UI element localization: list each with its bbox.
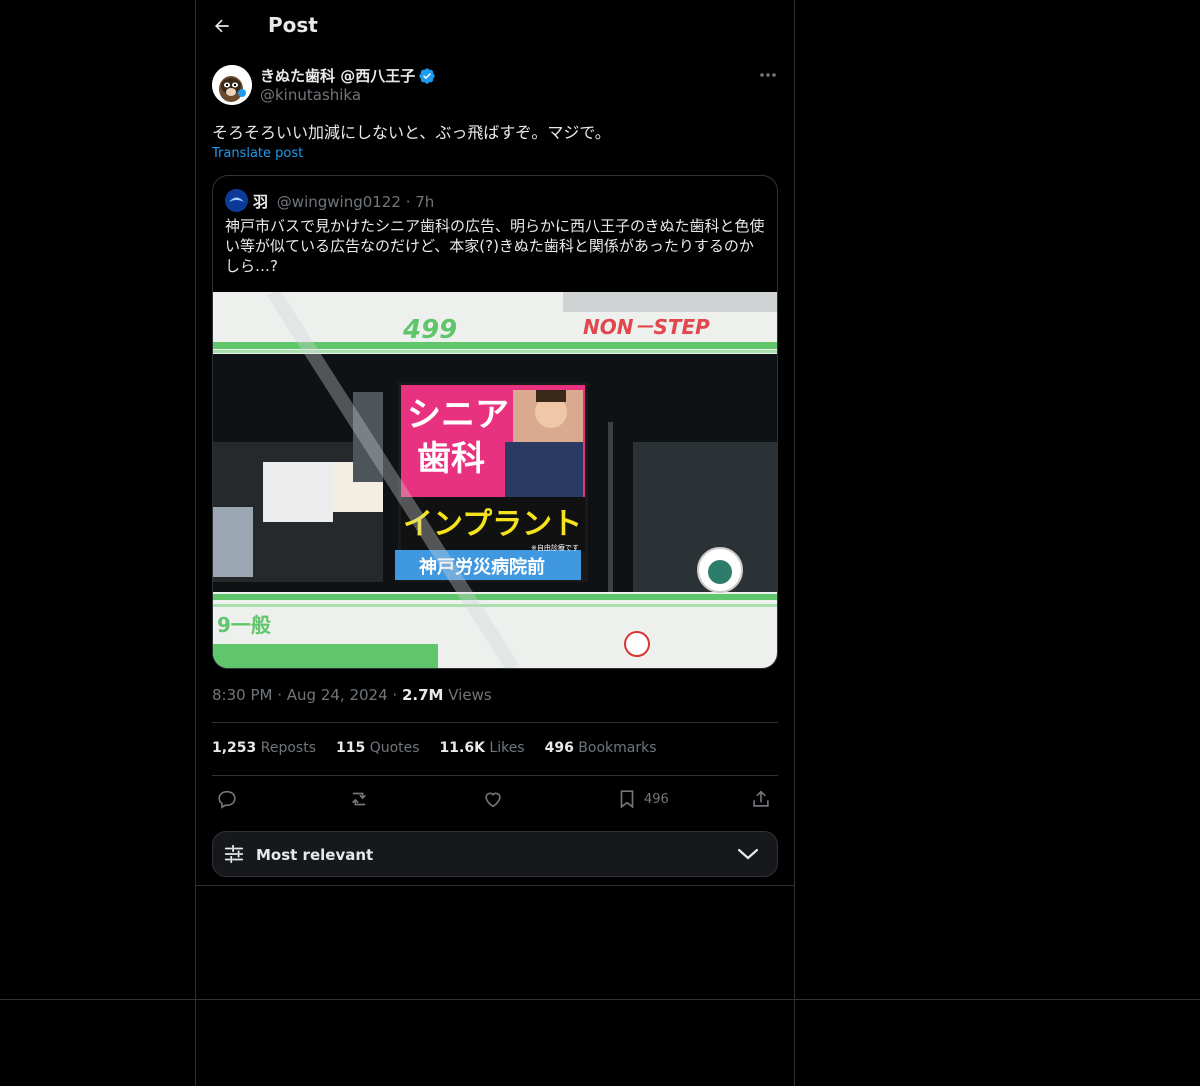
bookmarks-count: 496	[544, 740, 574, 756]
translate-post-link[interactable]: Translate post	[212, 146, 303, 161]
meta-divider	[212, 722, 778, 723]
reply-sort-dropdown[interactable]: Most relevant	[212, 831, 778, 877]
reposts-stat[interactable]: 1,253 Reposts	[212, 740, 316, 756]
share-button[interactable]	[750, 788, 772, 810]
raccoon-mascot-icon	[212, 65, 252, 105]
views-label: Views	[448, 686, 492, 704]
quote-image[interactable]: シニア 歯科 インプラント ※自由診療です 神戸労災病院前 499 NON－ST…	[213, 288, 777, 668]
quote-age: 7h	[415, 193, 435, 211]
top-bar: Post	[196, 0, 794, 53]
author-display-name[interactable]: きぬた歯科 @西八王子	[260, 65, 436, 86]
ad-title-line2: 歯科	[417, 439, 485, 479]
views-count: 2.7M	[401, 686, 444, 704]
sort-label: Most relevant	[256, 846, 374, 864]
post-meta: 8:30 PM · Aug 24, 2024 · 2.7M Views	[212, 686, 492, 704]
arrow-left-icon	[215, 19, 229, 33]
post-text: そろそろいい加減にしないと、ぶっ飛ばすぞ。マジで。	[212, 123, 611, 142]
quote-author-name[interactable]: 羽	[253, 193, 268, 211]
bookmarks-stat[interactable]: 496 Bookmarks	[545, 740, 657, 756]
bookmark-count: 496	[644, 791, 669, 807]
action-bar: 496	[212, 786, 776, 814]
more-dots-icon	[760, 73, 776, 77]
bookmark-icon	[620, 790, 634, 809]
more-options-button[interactable]	[756, 65, 780, 85]
likes-label: Likes	[489, 740, 525, 756]
share-icon	[753, 790, 769, 807]
left-column-border	[195, 0, 196, 1086]
like-button[interactable]	[482, 788, 504, 810]
bookmark-button[interactable]: 496	[616, 788, 669, 810]
avatar[interactable]	[212, 65, 252, 105]
quotes-count: 115	[336, 740, 366, 756]
quotes-label: Quotes	[369, 740, 420, 756]
quote-header: 羽 @wingwing0122 · 7h	[253, 191, 434, 212]
route-mark: 9一般	[217, 613, 271, 637]
thread-end-divider	[196, 885, 794, 886]
reposts-count: 1,253	[212, 740, 257, 756]
verified-badge-icon	[419, 67, 435, 84]
separator-dot: ·	[405, 193, 416, 211]
quote-author-handle[interactable]: @wingwing0122	[277, 193, 401, 211]
back-button[interactable]	[208, 12, 236, 40]
reply-icon	[218, 790, 236, 809]
repost-icon	[352, 792, 366, 806]
post-time[interactable]: 8:30 PM	[212, 686, 272, 704]
page-title: Post	[268, 13, 318, 37]
repost-button[interactable]	[348, 788, 370, 810]
likes-count: 11.6K	[439, 740, 485, 756]
sliders-icon	[224, 844, 244, 864]
bus-number: 499	[402, 315, 457, 345]
author-handle[interactable]: @kinutashika	[260, 86, 361, 104]
separator-dot: ·	[392, 686, 402, 704]
quotes-stat[interactable]: 115 Quotes	[336, 740, 420, 756]
chevron-down-icon	[737, 848, 759, 860]
bottom-divider	[0, 999, 1200, 1000]
bus-slogan: NON－STEP	[583, 315, 710, 339]
reposts-label: Reposts	[260, 740, 316, 756]
post-date[interactable]: Aug 24, 2024	[287, 686, 388, 704]
engagement-stats: 1,253 Reposts 115 Quotes 11.6K Likes 496…	[212, 740, 657, 756]
stats-divider	[212, 775, 778, 776]
quoted-post[interactable]: 羽 @wingwing0122 · 7h 神戸市バスで見かけたシニア歯科の広告、…	[212, 175, 778, 669]
ad-note: ※自由診療です	[531, 543, 579, 552]
right-column-border	[794, 0, 795, 1086]
quote-avatar[interactable]	[225, 189, 248, 212]
quote-text: 神戸市バスで見かけたシニア歯科の広告、明らかに西八王子のきぬた歯科と色使い等が似…	[225, 217, 765, 275]
bus-photo: シニア 歯科 インプラント ※自由診療です 神戸労災病院前 499 NON－ST…	[213, 288, 777, 668]
bookmarks-label: Bookmarks	[578, 740, 657, 756]
like-icon	[485, 792, 501, 808]
author-name-text: きぬた歯科 @西八王子	[260, 67, 416, 85]
likes-stat[interactable]: 11.6K Likes	[440, 740, 525, 756]
wing-avatar-icon	[225, 189, 248, 212]
reply-button[interactable]	[216, 788, 238, 810]
ad-title-line1: シニア	[407, 395, 509, 435]
separator-dot: ·	[277, 686, 287, 704]
